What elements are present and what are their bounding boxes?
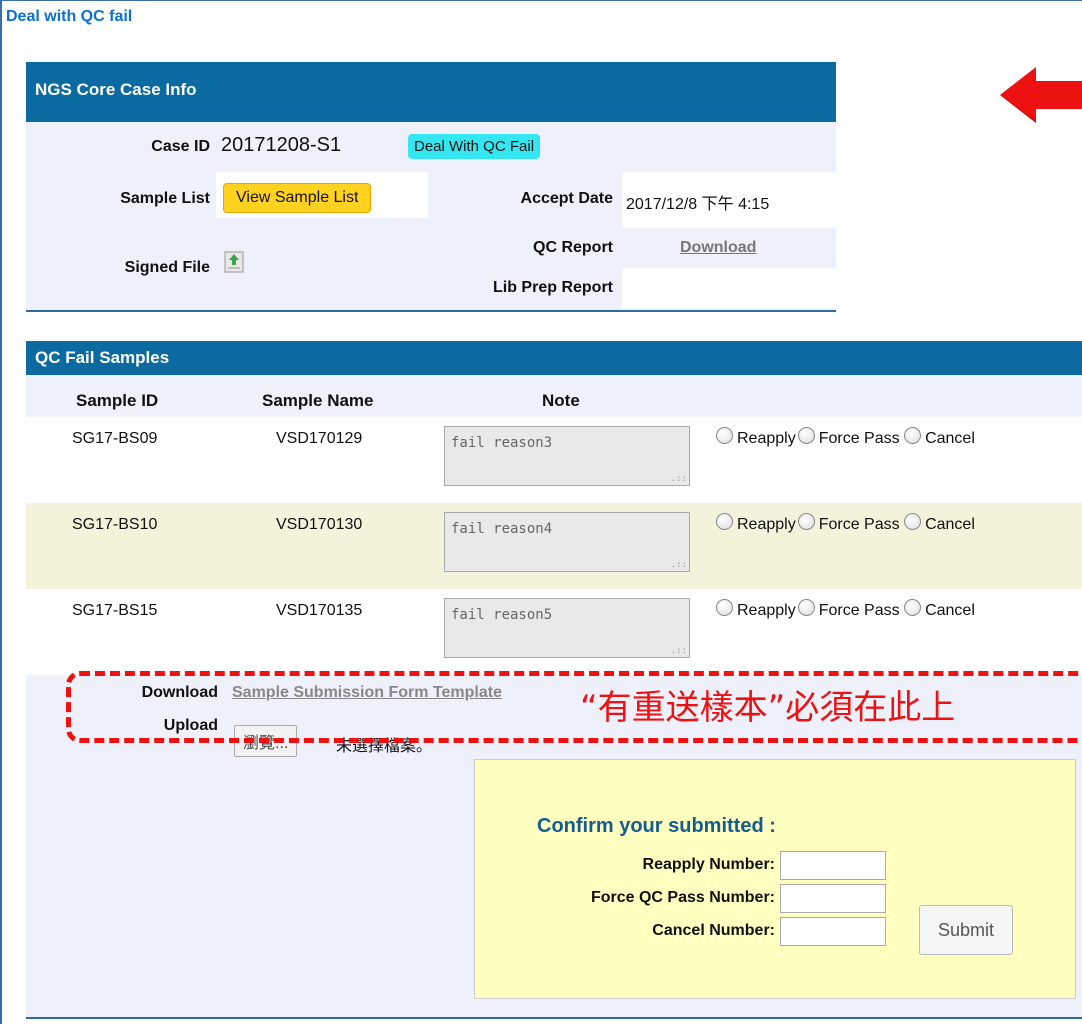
note-text: fail reason3 xyxy=(451,435,553,451)
confirm-box: Confirm your submitted : Reapply Number:… xyxy=(474,759,1076,999)
cancel-radio[interactable] xyxy=(904,513,922,530)
red-arrow-annotation xyxy=(1000,67,1082,123)
cancel-radio[interactable] xyxy=(904,599,922,616)
reapply-number-label: Reapply Number: xyxy=(642,856,775,873)
force-pass-radio[interactable] xyxy=(797,427,815,444)
submit-button[interactable]: Submit xyxy=(919,905,1013,955)
confirm-title: Confirm your submitted : xyxy=(537,815,776,837)
note-textarea[interactable]: fail reason4.:: xyxy=(444,512,690,572)
case-id-value: 20171208-S1 xyxy=(221,134,342,156)
force-pass-label: Force Pass xyxy=(818,430,900,447)
cancel-number-input[interactable] xyxy=(780,917,886,946)
note-textarea[interactable]: fail reason5.:: xyxy=(444,598,690,658)
case-id-label: Case ID xyxy=(151,138,210,155)
sample-id: SG17-BS10 xyxy=(72,516,158,533)
force-pass-number-input[interactable] xyxy=(780,884,886,913)
cancel-label: Cancel xyxy=(925,430,975,447)
qc-fail-header: QC Fail Samples xyxy=(26,341,1082,375)
deal-with-qc-fail-button[interactable]: Deal With QC Fail xyxy=(408,134,541,159)
table-row: SG17-BS09 VSD170129 fail reason3.:: Reap… xyxy=(26,417,1082,503)
column-header-note: Note xyxy=(542,391,580,410)
column-header-sample-id: Sample ID xyxy=(76,391,159,410)
note-textarea[interactable]: fail reason3.:: xyxy=(444,426,690,486)
action-radio-group: Reapply Force Pass Cancel xyxy=(716,513,975,534)
sample-list-label: Sample List xyxy=(120,190,210,207)
reapply-radio[interactable] xyxy=(716,513,733,530)
cell-bg xyxy=(622,268,836,308)
accept-date-value: 2017/12/8 下午 4:15 xyxy=(626,196,770,213)
force-pass-number-label: Force QC Pass Number: xyxy=(590,889,775,906)
reapply-label: Reapply xyxy=(737,516,796,533)
accept-date-label: Accept Date xyxy=(520,190,613,207)
sample-name: VSD170129 xyxy=(276,430,363,447)
table-row: SG17-BS15 VSD170135 fail reason5.:: Reap… xyxy=(26,589,1082,675)
sample-id: SG17-BS09 xyxy=(72,430,158,447)
reapply-number-input[interactable] xyxy=(780,851,886,880)
reapply-label: Reapply xyxy=(737,602,796,619)
file-download-icon[interactable] xyxy=(224,251,244,273)
reapply-radio[interactable] xyxy=(716,599,733,616)
lib-prep-label: Lib Prep Report xyxy=(492,279,613,296)
note-text: fail reason4 xyxy=(451,521,553,537)
view-sample-list-button[interactable]: View Sample List xyxy=(223,183,372,213)
sample-name: VSD170130 xyxy=(276,516,363,533)
annotation-text: “有重送樣本”必須在此上 xyxy=(580,688,956,728)
sample-id: SG17-BS15 xyxy=(72,602,158,619)
page-title: Deal with QC fail xyxy=(6,8,133,25)
sample-name: VSD170135 xyxy=(276,602,363,619)
cancel-number-label: Cancel Number: xyxy=(652,922,775,939)
qc-report-label: QC Report xyxy=(533,239,613,256)
resize-grip-icon[interactable]: .:: xyxy=(671,560,687,570)
resize-grip-icon[interactable]: .:: xyxy=(671,646,687,656)
table-row: SG17-BS10 VSD170130 fail reason4.:: Reap… xyxy=(26,503,1082,589)
reapply-radio[interactable] xyxy=(716,427,733,444)
qc-report-download-link[interactable]: Download xyxy=(680,239,756,257)
cancel-radio[interactable] xyxy=(904,427,922,444)
case-info-header: NGS Core Case Info xyxy=(26,62,836,122)
force-pass-radio[interactable] xyxy=(797,599,815,616)
case-info-panel: NGS Core Case Info Case ID 20171208-S1 D… xyxy=(26,62,836,312)
note-text: fail reason5 xyxy=(451,607,553,623)
action-radio-group: Reapply Force Pass Cancel xyxy=(716,427,975,448)
column-header-sample-name: Sample Name xyxy=(262,391,374,410)
cancel-label: Cancel xyxy=(925,602,975,619)
force-pass-label: Force Pass xyxy=(818,516,900,533)
cancel-label: Cancel xyxy=(925,516,975,533)
force-pass-radio[interactable] xyxy=(797,513,815,530)
force-pass-label: Force Pass xyxy=(818,602,900,619)
action-radio-group: Reapply Force Pass Cancel xyxy=(716,599,975,620)
reapply-label: Reapply xyxy=(737,430,796,447)
resize-grip-icon[interactable]: .:: xyxy=(671,474,687,484)
signed-file-label: Signed File xyxy=(124,259,210,276)
